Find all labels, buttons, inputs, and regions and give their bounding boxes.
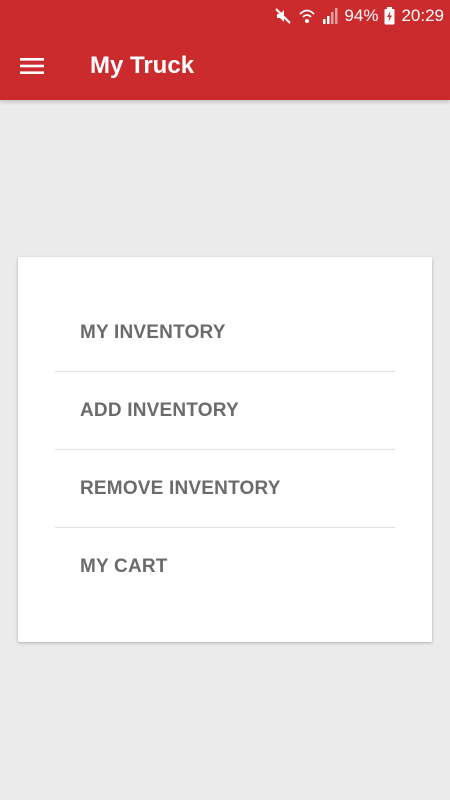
menu-item-label: ADD INVENTORY [80,399,239,421]
clock-time: 20:29 [401,6,444,25]
hamburger-menu-icon[interactable] [12,46,52,86]
status-icons: 94% 20:29 [274,0,444,32]
battery-percentage: 94% [344,6,379,25]
menu-item-label: MY CART [80,556,168,577]
menu-card: MY INVENTORY ADD INVENTORY REMOVE INVENT… [18,257,432,642]
app-bar: My Truck [0,32,450,100]
menu-item-my-cart[interactable]: MY CART [55,528,395,606]
menu-item-my-inventory[interactable]: MY INVENTORY [55,294,395,372]
menu-item-label: MY INVENTORY [80,321,226,343]
menu-item-remove-inventory[interactable]: REMOVE INVENTORY [55,450,395,528]
wifi-icon [298,7,316,25]
signal-icon [322,7,338,25]
menu-list: MY INVENTORY ADD INVENTORY REMOVE INVENT… [55,294,395,606]
app-title: My Truck [90,52,195,79]
menu-item-label: REMOVE INVENTORY [80,477,281,499]
battery-charging-icon [384,7,395,25]
menu-item-add-inventory[interactable]: ADD INVENTORY [55,372,395,450]
mute-icon [274,7,292,25]
status-bar: 94% 20:29 [0,0,450,32]
